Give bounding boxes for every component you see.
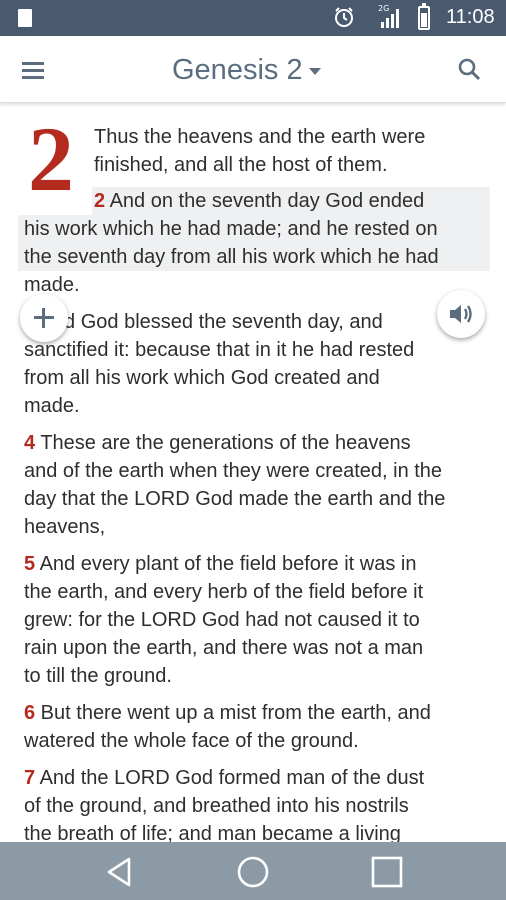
verse-line[interactable]: sanctified it: because that in it he had… [24, 336, 414, 364]
verse-line[interactable]: watered the whole face of the ground. [24, 727, 359, 755]
verse-line-start[interactable]: 2 And on the seventh day God ended [94, 187, 424, 215]
verse-line[interactable]: day that the LORD God made the earth and… [24, 485, 445, 513]
verse-text: his work which he had made; and he reste… [24, 218, 438, 240]
verse-line[interactable]: to till the ground. [24, 662, 172, 690]
chapter-title: Genesis 2 [172, 54, 303, 86]
verse-text: the breath of life; and man became a liv… [24, 823, 401, 842]
verse-line[interactable]: heavens, [24, 513, 105, 541]
verse-line[interactable]: Thus the heavens and the earth were [94, 123, 425, 151]
verse-line-start[interactable]: 7 And the LORD God formed man of the dus… [24, 764, 424, 792]
verse-line[interactable]: of the ground, and breathed into his nos… [24, 792, 409, 820]
home-circle-icon[interactable] [236, 855, 270, 889]
verse-line-start[interactable]: 5 And every plant of the field before it… [24, 550, 416, 578]
verse-text: And every plant of the field before it w… [35, 553, 417, 575]
verse-number: 4 [24, 432, 36, 454]
alarm-clock-icon [335, 7, 353, 27]
notification-icon [18, 9, 32, 27]
verse-text: from all his work which God created and [24, 367, 380, 389]
back-triangle-icon[interactable] [103, 855, 137, 889]
verse-line[interactable]: rain upon the earth, and there was not a… [24, 634, 423, 662]
verse-text: heavens, [24, 516, 106, 538]
verse-text: the earth, and every herb of the field b… [24, 581, 424, 603]
verse-line[interactable]: finished, and all the host of them. [94, 151, 388, 179]
verse-text: to till the ground. [24, 665, 172, 687]
verse-text: And on the seventh day God ended [105, 190, 425, 212]
verse-text: And the LORD God formed man of the dust [35, 767, 425, 789]
verse-number: 7 [24, 767, 36, 789]
verse-line[interactable]: and of the earth when they were created,… [24, 457, 442, 485]
signal-icon: 2G [377, 4, 405, 30]
speaker-icon[interactable] [437, 290, 485, 338]
verse-number: 6 [24, 702, 36, 724]
verse-line-start[interactable]: 6 But there went up a mist from the eart… [24, 699, 431, 727]
verse-text: made. [24, 395, 80, 417]
dropdown-caret-icon [308, 68, 321, 76]
status-time: 11:08 [446, 6, 495, 28]
verse-text: finished, and all the host of them. [94, 154, 388, 176]
system-nav-bar [0, 842, 506, 900]
verse-text: grew: for the LORD God had not caused it… [24, 609, 420, 631]
verse-number: 5 [24, 553, 36, 575]
verse-line[interactable]: made. [24, 392, 80, 420]
verse-line[interactable]: his work which he had made; and he reste… [24, 215, 438, 243]
search-icon[interactable] [456, 56, 484, 84]
chapter-drop-number: 2 [28, 108, 74, 210]
verse-text: rain upon the earth, and there was not a… [24, 637, 424, 659]
chapter-selector[interactable]: Genesis 2 [172, 50, 321, 90]
app-bar: Genesis 2 [0, 36, 506, 103]
status-bar: 2G 11:08 [0, 0, 506, 36]
verse-text: made. [24, 274, 80, 296]
verse-line[interactable]: the breath of life; and man became a liv… [24, 820, 401, 842]
verse-text: watered the whole face of the ground. [24, 730, 359, 752]
menu-icon[interactable] [18, 56, 50, 84]
verse-number: 2 [94, 190, 106, 212]
verse-text: day that the LORD God made the earth and… [24, 488, 446, 510]
verse-text: the seventh day from all his work which … [24, 246, 439, 268]
recent-apps-square-icon[interactable] [370, 855, 404, 889]
verse-line-start[interactable]: 3 And God blessed the seventh day, and [24, 308, 383, 336]
reader-content[interactable]: 2 Thus the heavens and the earth were fin… [0, 103, 506, 842]
verse-line[interactable]: from all his work which God created and [24, 364, 380, 392]
verse-text: and of the earth when they were created,… [24, 460, 443, 482]
verse-line[interactable]: grew: for the LORD God had not caused it… [24, 606, 420, 634]
verse-line[interactable]: the seventh day from all his work which … [24, 243, 439, 271]
verse-text: And God blessed the seventh day, and [35, 311, 383, 333]
add-icon[interactable] [20, 294, 68, 342]
verse-text: These are the generations of the heavens [35, 432, 411, 454]
verse-text: sanctified it: because that in it he had… [24, 339, 415, 361]
verse-line[interactable]: the earth, and every herb of the field b… [24, 578, 423, 606]
battery-icon [418, 3, 430, 30]
verse-text: But there went up a mist from the earth,… [35, 702, 431, 724]
verse-line-start[interactable]: 4 These are the generations of the heave… [24, 429, 411, 457]
verse-text: of the ground, and breathed into his nos… [24, 795, 409, 817]
verse-text: Thus the heavens and the earth were [94, 126, 426, 148]
